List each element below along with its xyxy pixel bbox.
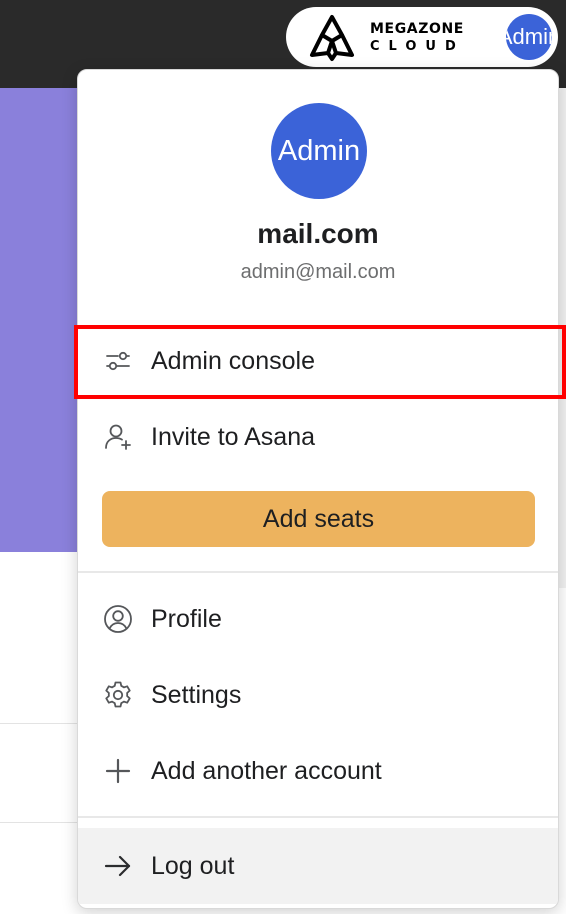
- account-email: admin@mail.com: [240, 261, 396, 283]
- page-scrollbar[interactable]: [558, 88, 566, 588]
- logo-text-cloud: CLOUD: [370, 39, 465, 54]
- gear-icon: [102, 679, 134, 711]
- arrow-right-icon: [102, 850, 134, 882]
- megazone-logo-icon: [310, 15, 354, 61]
- add-user-icon: [102, 421, 134, 453]
- account-avatar: Admin: [271, 103, 367, 199]
- menu-item-profile[interactable]: Profile: [78, 585, 558, 653]
- menu-item-admin-console[interactable]: Admin console: [78, 327, 558, 395]
- menu-label-admin-console: Admin console: [151, 346, 315, 375]
- menu-label-settings: Settings: [151, 680, 242, 709]
- org-account-switcher[interactable]: MEGAZONE CLOUD Admin: [286, 7, 558, 67]
- menu-item-settings[interactable]: Settings: [78, 661, 558, 729]
- menu-item-logout[interactable]: Log out: [78, 828, 558, 904]
- logo-text-megazone: MEGAZONE: [370, 21, 464, 37]
- menu-divider: [78, 816, 558, 818]
- plus-icon: [102, 755, 134, 787]
- add-seats-button[interactable]: Add seats: [102, 491, 535, 547]
- menu-divider: [78, 571, 558, 573]
- menu-item-invite[interactable]: Invite to Asana: [78, 403, 558, 471]
- menu-label-invite: Invite to Asana: [151, 422, 316, 451]
- user-avatar-button[interactable]: Admin: [506, 14, 552, 60]
- account-name: mail.com: [257, 218, 379, 249]
- user-circle-icon: [102, 603, 134, 635]
- menu-label-logout: Log out: [151, 851, 235, 880]
- account-dropdown-menu: Admin mail.com admin@mail.com Admin cons…: [77, 69, 559, 909]
- sliders-icon: [102, 345, 134, 377]
- menu-label-profile: Profile: [151, 604, 222, 633]
- avatar-initials: Admin: [506, 24, 552, 49]
- menu-label-add-account: Add another account: [151, 756, 382, 785]
- menu-item-add-account[interactable]: Add another account: [78, 737, 558, 805]
